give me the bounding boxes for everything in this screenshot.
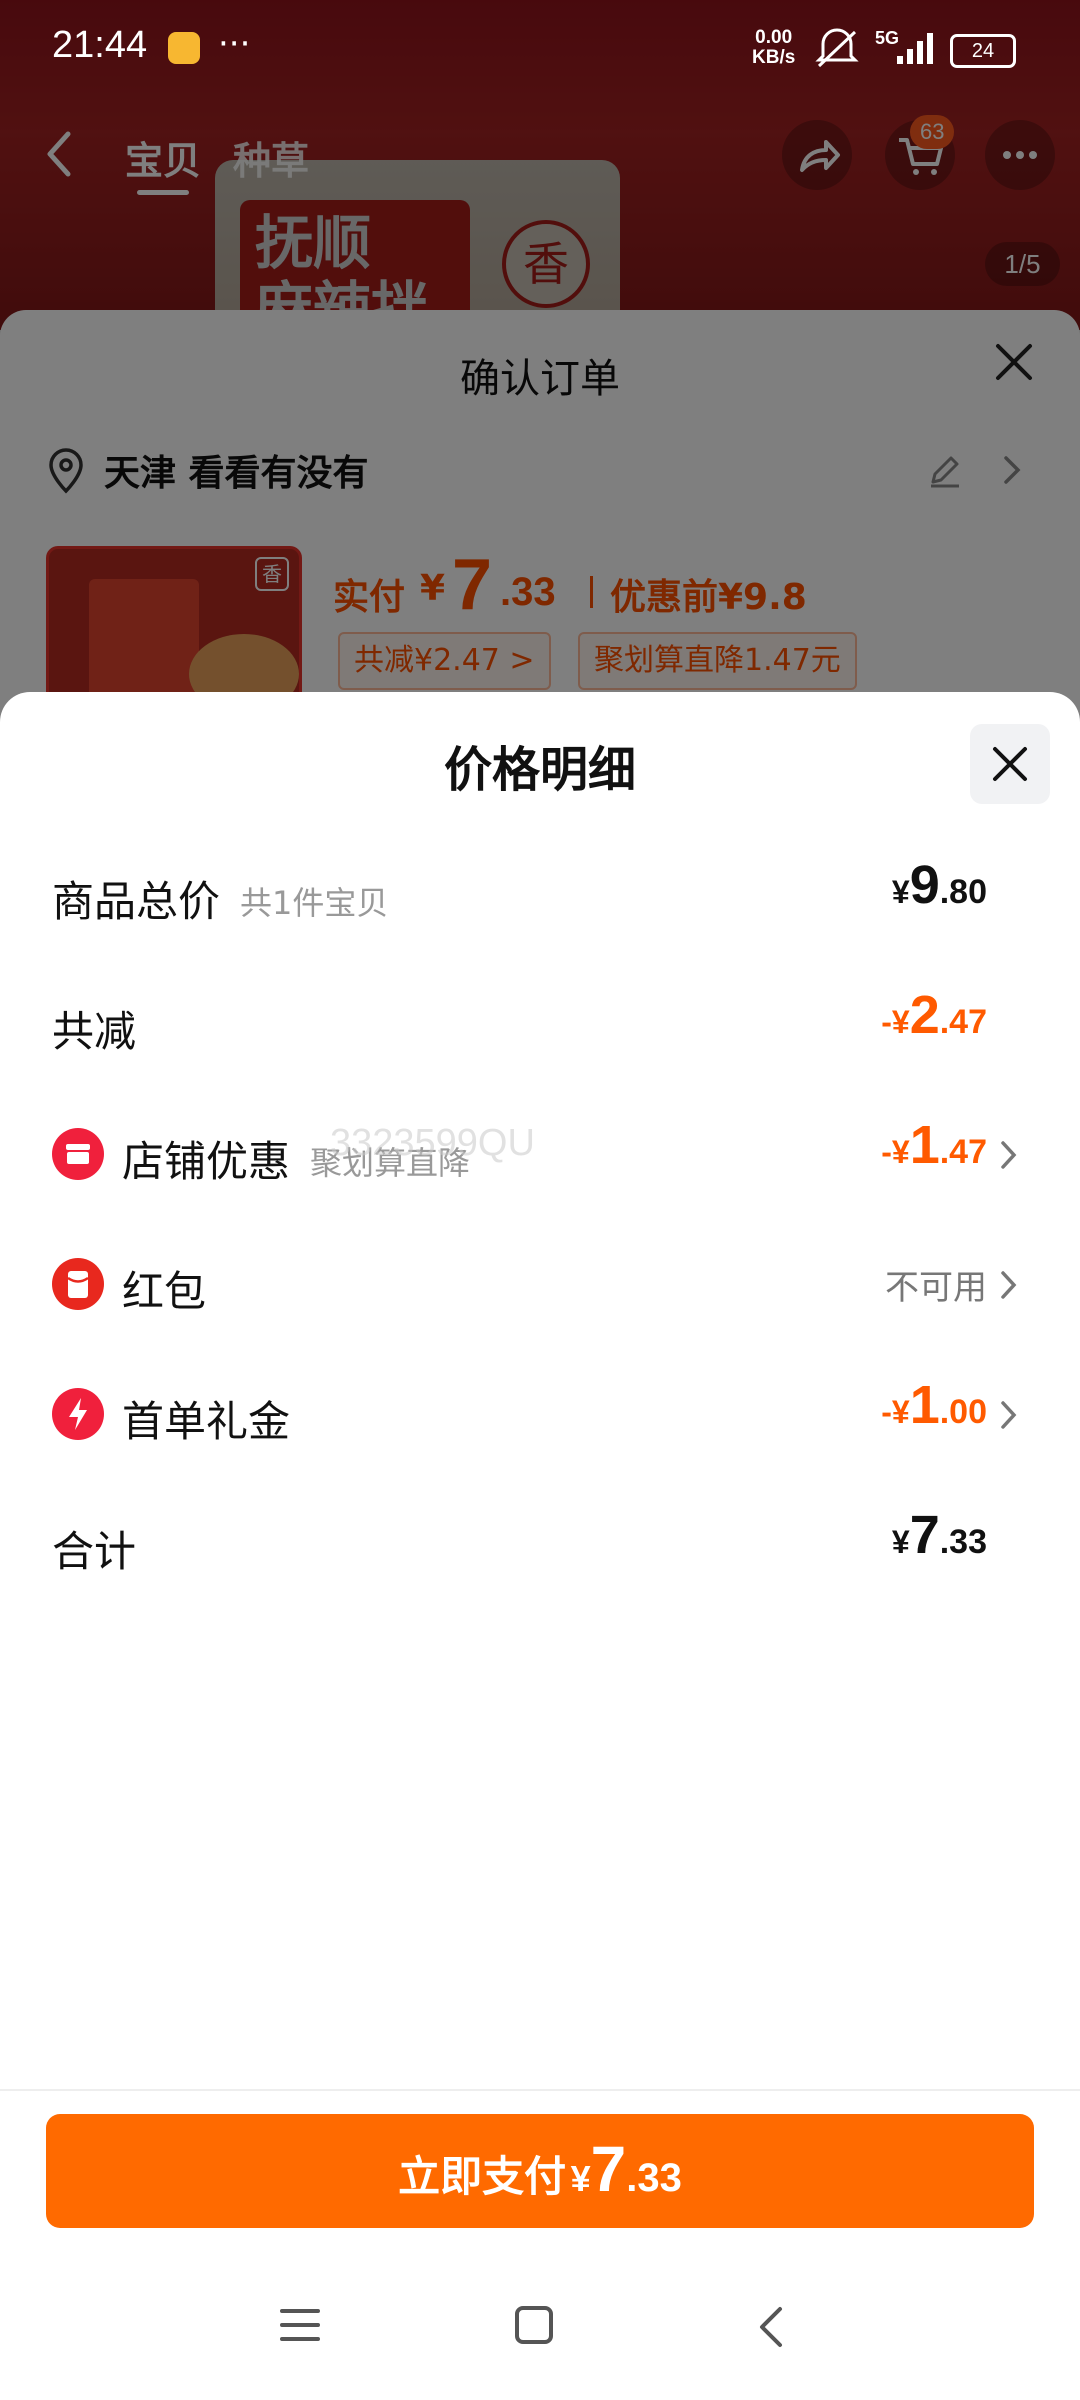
- footer-divider: [0, 2089, 1080, 2091]
- close-button[interactable]: [970, 724, 1050, 804]
- pay-amount-decimal: .33: [626, 2156, 682, 2200]
- price-detail-title: 价格明细: [443, 742, 636, 798]
- lightning-icon: [52, 1388, 104, 1440]
- red-packet-icon: [52, 1258, 104, 1310]
- subtotal-amount: ¥9.80: [891, 855, 987, 915]
- chevron-right-icon: [1001, 1401, 1017, 1429]
- shop-coupon-label: 店铺优惠: [122, 1137, 291, 1186]
- system-navigation-bar: [0, 2260, 1080, 2400]
- total-discount-row: 共减 -¥2.47: [0, 978, 1080, 1068]
- home-icon[interactable]: [512, 2303, 556, 2347]
- total-row: 合计 ¥7.33: [0, 1498, 1080, 1588]
- mute-icon: [815, 28, 859, 68]
- network-speed-unit: KB/s: [752, 47, 796, 68]
- shop-coupon-amount: -¥1.47: [881, 1115, 987, 1175]
- more-notifications-icon: ···: [218, 24, 251, 64]
- pay-label: 立即支付: [398, 2152, 567, 2201]
- red-packet-row[interactable]: 红包 不可用: [0, 1238, 1080, 1328]
- total-amount: ¥7.33: [891, 1505, 987, 1565]
- subtotal-label: 商品总价: [52, 877, 221, 926]
- first-order-label: 首单礼金: [122, 1397, 291, 1446]
- back-icon[interactable]: [752, 2303, 792, 2351]
- total-discount-amount: -¥2.47: [881, 985, 987, 1045]
- clock: 21:44: [52, 24, 148, 66]
- battery-indicator: 24: [950, 34, 1016, 68]
- pay-amount-integer: 7: [590, 2133, 627, 2205]
- pay-now-button[interactable]: 立即支付 ¥7.33: [46, 2114, 1034, 2228]
- network-speed-value: 0.00: [755, 27, 793, 48]
- total-label: 合计: [52, 1527, 137, 1576]
- subtotal-row: 商品总价 共1件宝贝 ¥9.80: [0, 848, 1080, 938]
- network-speed: 0.00 KB/s: [752, 28, 795, 68]
- red-packet-status: 不可用: [885, 1268, 987, 1308]
- pay-currency: ¥: [570, 2158, 591, 2199]
- chevron-right-icon: [1001, 1141, 1017, 1169]
- pay-button-content: 立即支付 ¥7.33: [46, 2132, 1034, 2206]
- price-detail-sheet: 价格明细 商品总价 共1件宝贝 ¥9.80 共减 -¥2.47 店铺优惠 聚划算…: [0, 692, 1080, 2400]
- first-order-amount: -¥1.00: [881, 1375, 987, 1435]
- red-packet-label: 红包: [122, 1267, 207, 1316]
- status-bar: 21:44 ··· 0.00 KB/s 5G 24: [0, 0, 1080, 95]
- shop-icon: [52, 1128, 104, 1180]
- app-notification-icon: [168, 32, 200, 64]
- chevron-right-icon: [1001, 1271, 1017, 1299]
- watermark-text: 3323599QU: [330, 1122, 535, 1164]
- first-order-row[interactable]: 首单礼金 -¥1.00: [0, 1368, 1080, 1458]
- menu-icon[interactable]: [278, 2305, 322, 2345]
- close-icon: [993, 747, 1027, 781]
- signal-icon: [897, 33, 933, 64]
- total-discount-label: 共减: [52, 1007, 137, 1056]
- item-count: 共1件宝贝: [240, 884, 389, 922]
- shop-coupon-row[interactable]: 店铺优惠 聚划算直降 3323599QU -¥1.47: [0, 1108, 1080, 1198]
